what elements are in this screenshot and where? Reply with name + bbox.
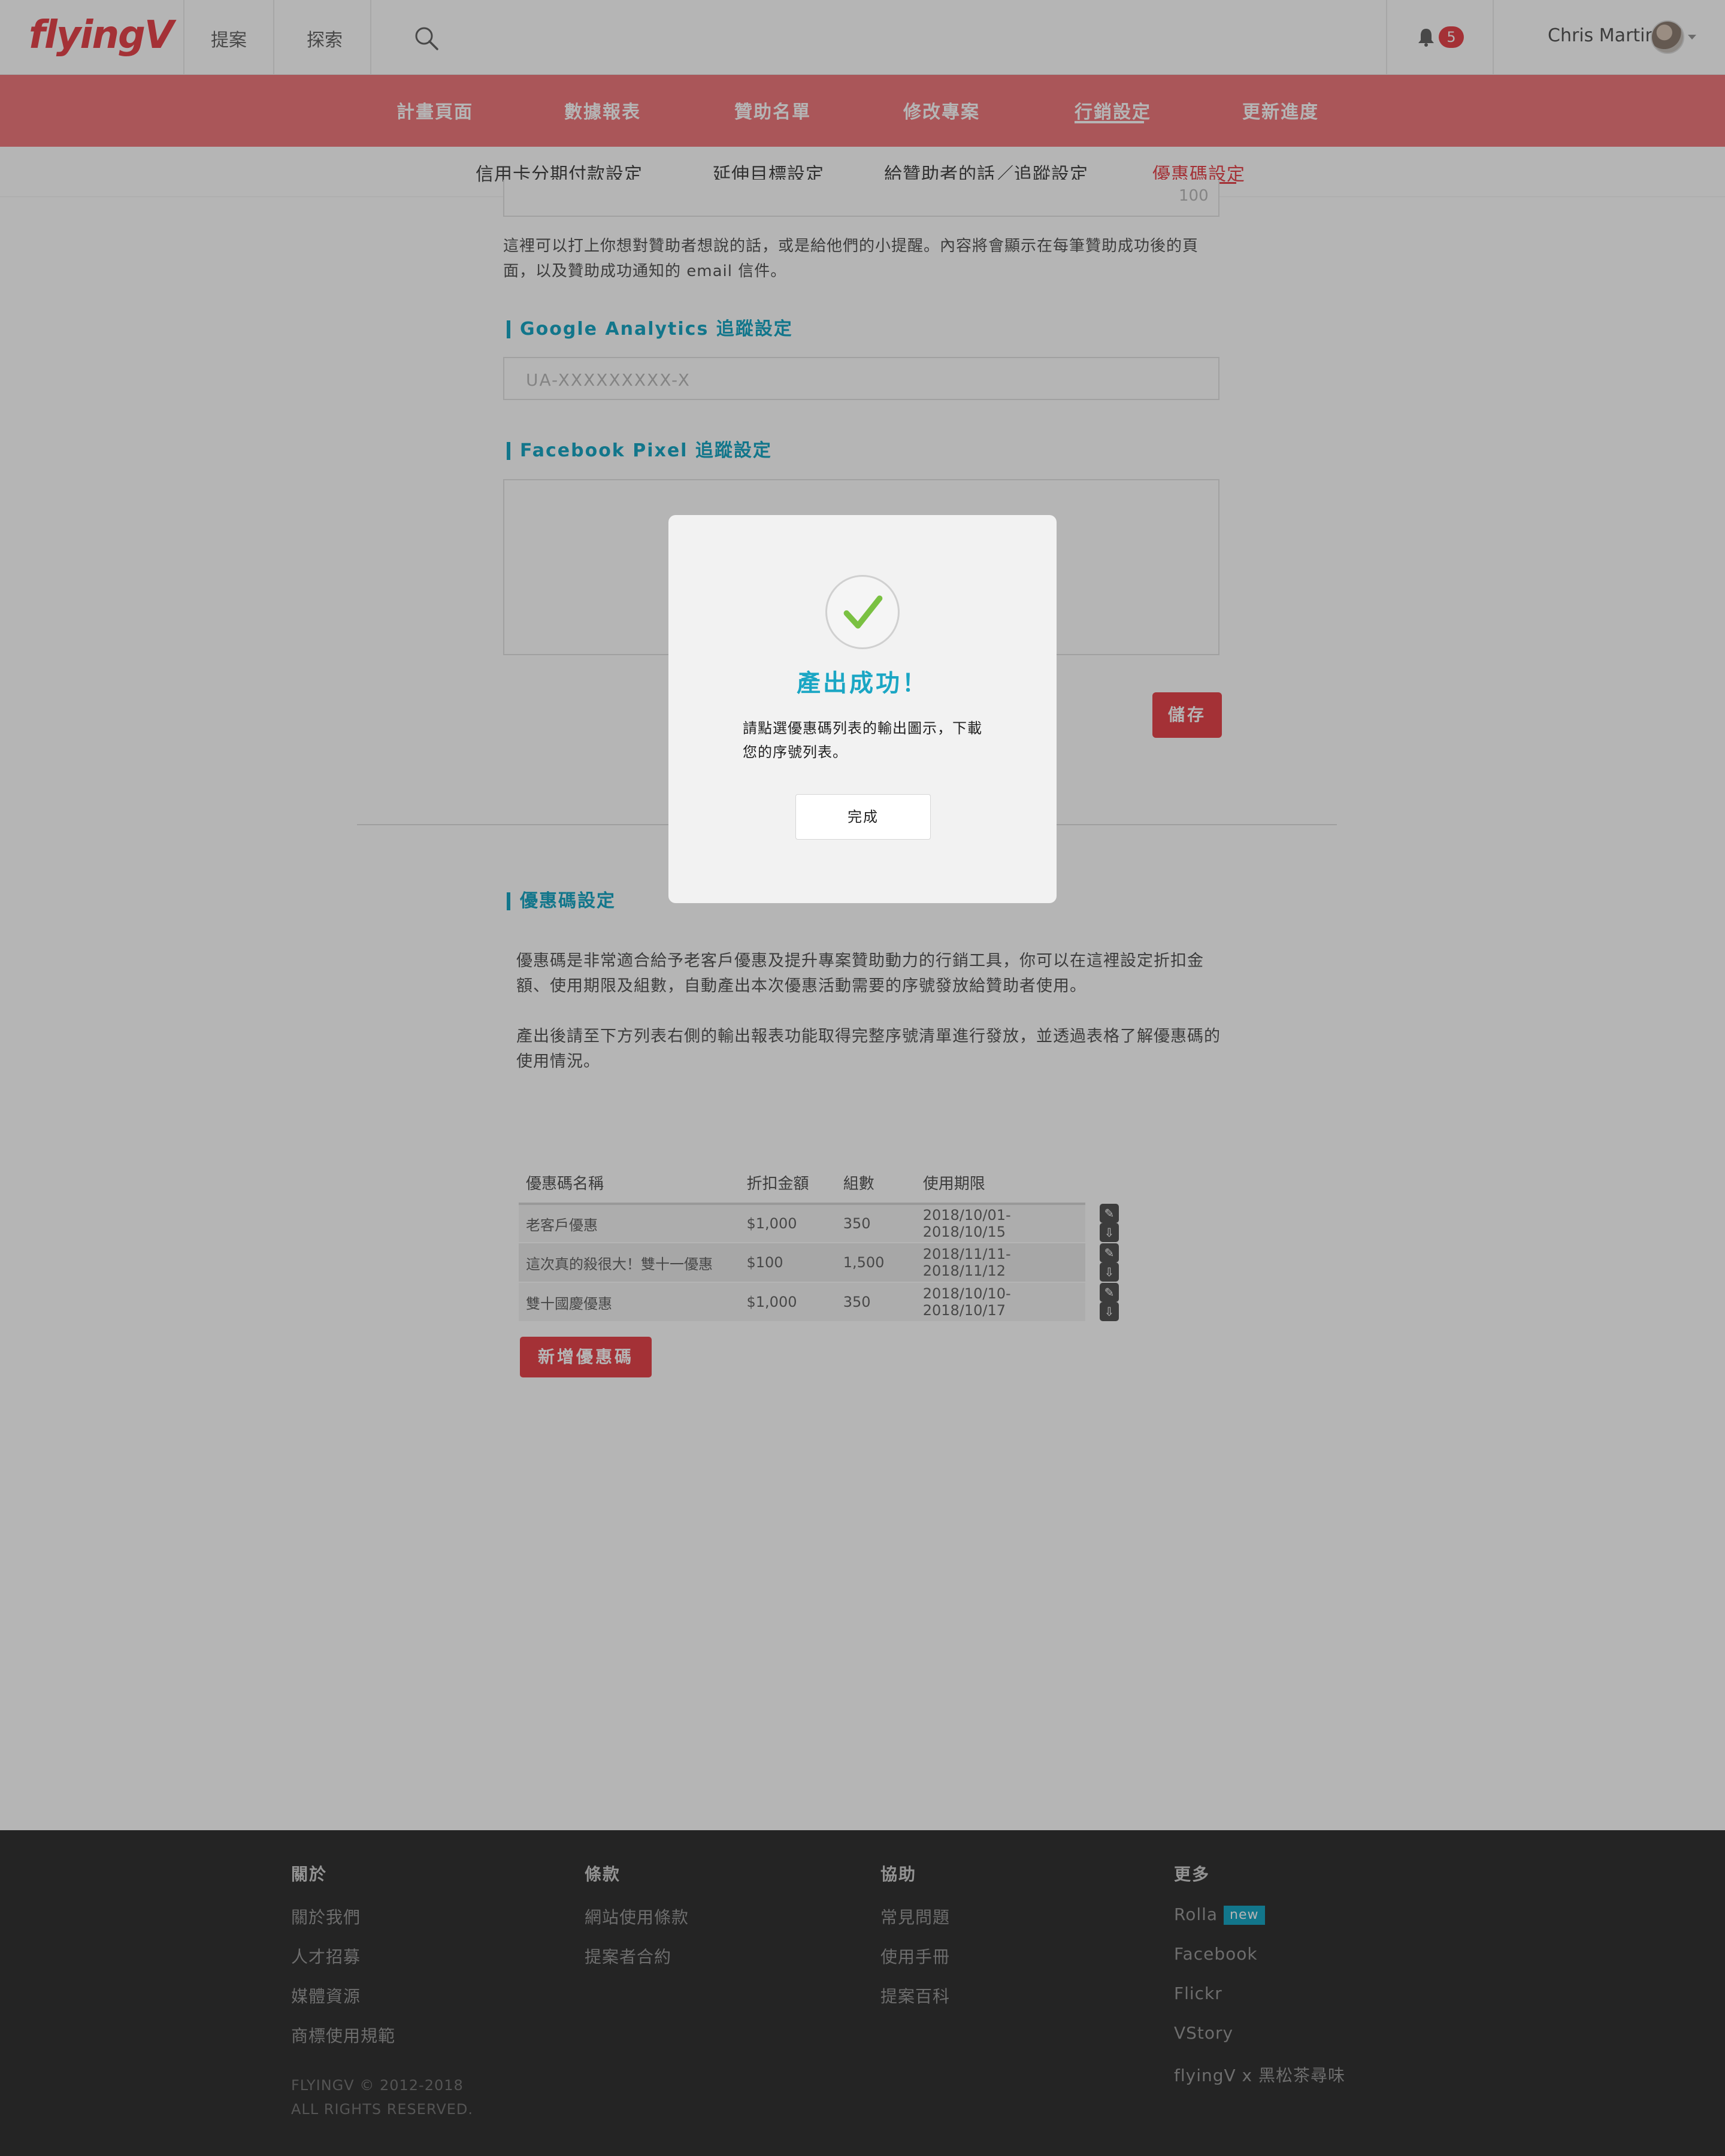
- modal-message: 請點選優惠碼列表的輸出圖示，下載您的序號列表。: [743, 720, 982, 761]
- modal-title: 產出成功！: [797, 670, 928, 697]
- success-modal: 產出成功！ 請點選優惠碼列表的輸出圖示，下載您的序號列表。 完成: [668, 515, 1057, 903]
- done-button[interactable]: 完成: [795, 794, 931, 840]
- success-check-icon: [825, 575, 900, 649]
- modal-overlay[interactable]: [0, 0, 1725, 2156]
